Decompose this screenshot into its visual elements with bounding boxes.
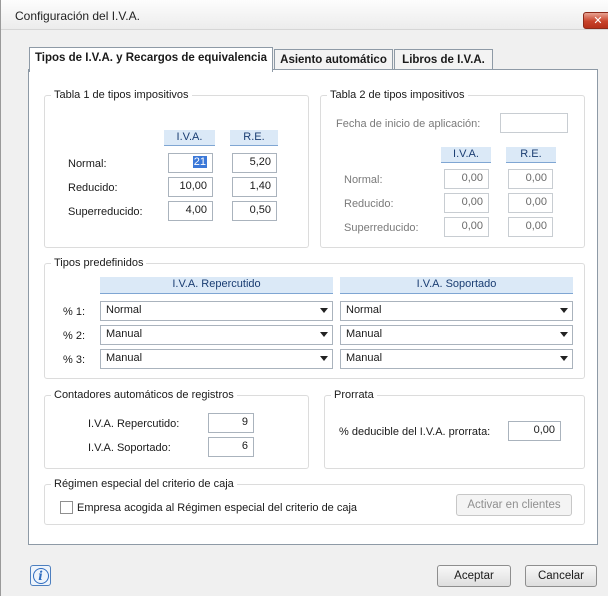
tab-asiento-automatico-label: Asiento automático <box>280 54 387 66</box>
tabla2-row-label: Normal: <box>344 174 383 186</box>
tab-asiento-automatico[interactable]: Asiento automático <box>274 49 393 71</box>
tabla1-reducido-iva-input[interactable]: 10,00 <box>168 177 213 197</box>
chevron-down-icon <box>560 332 568 337</box>
tabla2-row-label: Reducido: <box>344 198 394 210</box>
contadores-title: Contadores automáticos de registros <box>54 389 234 401</box>
dialog-window: Configuración del I.V.A. ✕ Tipos de I.V.… <box>0 0 608 596</box>
tabla1-title: Tabla 1 de tipos impositivos <box>54 89 189 101</box>
info-icon: i <box>32 567 49 584</box>
predefinidos-row-label: % 3: <box>63 354 86 366</box>
repercutido-3-select[interactable]: Manual <box>100 349 333 369</box>
tabla2-reducido-re-input[interactable]: 0,00 <box>508 193 553 213</box>
close-icon: ✕ <box>593 15 603 27</box>
tabla2-normal-re-input[interactable]: 0,00 <box>508 169 553 189</box>
soportado-2-value: Manual <box>346 328 383 340</box>
tabla1-normal-iva-input[interactable]: 21 <box>168 153 213 173</box>
prorrata-input[interactable]: 0,00 <box>508 421 561 441</box>
tab-tipos-iva-label: Tipos de I.V.A. y Recargos de equivalenc… <box>34 52 267 64</box>
contadores-soportado-label: I.V.A. Soportado: <box>88 442 171 454</box>
tab-tipos-iva[interactable]: Tipos de I.V.A. y Recargos de equivalenc… <box>29 47 273 72</box>
repercutido-1-select[interactable]: Normal <box>100 301 333 321</box>
activar-en-clientes-button[interactable]: Activar en clientes <box>456 494 572 516</box>
tabla2-normal-iva-input[interactable]: 0,00 <box>444 169 489 189</box>
tabla2-row-label: Superreducido: <box>344 222 419 234</box>
repercutido-2-value: Manual <box>106 328 143 340</box>
regimen-checkbox-label[interactable]: Empresa acogida al Régimen especial del … <box>77 502 357 514</box>
soportado-1-value: Normal <box>346 304 382 316</box>
tabla2-superreducido-iva-input[interactable]: 0,00 <box>444 217 489 237</box>
regimen-title: Régimen especial del criterio de caja <box>54 478 234 490</box>
title-bar: Configuración del I.V.A. <box>1 0 608 30</box>
tab-libros-iva[interactable]: Libros de I.V.A. <box>394 49 493 71</box>
aceptar-button[interactable]: Aceptar <box>437 565 511 587</box>
tabla1-normal-iva-value: 21 <box>192 156 207 168</box>
chevron-down-icon <box>560 308 568 313</box>
chevron-down-icon <box>320 308 328 313</box>
tabla1-normal-re-input[interactable]: 5,20 <box>232 153 277 173</box>
tabla2-col-iva: I.V.A. <box>441 147 491 163</box>
tabla2-fecha-input[interactable] <box>500 113 568 133</box>
chevron-down-icon <box>560 356 568 361</box>
tabla2-col-re: R.E. <box>506 147 556 163</box>
repercutido-2-select[interactable]: Manual <box>100 325 333 345</box>
predefinidos-title: Tipos predefinidos <box>54 257 144 269</box>
tabla1-superreducido-re-input[interactable]: 0,50 <box>232 201 277 221</box>
predefinidos-row-label: % 2: <box>63 330 86 342</box>
chevron-down-icon <box>320 332 328 337</box>
prorrata-label: % deducible del I.V.A. prorrata: <box>339 426 491 438</box>
regimen-checkbox[interactable] <box>60 501 73 514</box>
prorrata-title: Prorrata <box>334 389 374 401</box>
info-button[interactable]: i <box>30 565 51 586</box>
window-title: Configuración del I.V.A. <box>15 9 140 23</box>
tabla1-col-iva: I.V.A. <box>164 130 215 146</box>
tabla1-reducido-re-input[interactable]: 1,40 <box>232 177 277 197</box>
tabla1-row-label: Superreducido: <box>68 206 143 218</box>
tabla2-superreducido-re-input[interactable]: 0,00 <box>508 217 553 237</box>
cancelar-button[interactable]: Cancelar <box>525 565 597 587</box>
close-button[interactable]: ✕ <box>583 12 608 29</box>
tabla1-row-label: Normal: <box>68 158 107 170</box>
tabla2-title: Tabla 2 de tipos impositivos <box>330 89 465 101</box>
tabla1-superreducido-iva-input[interactable]: 4,00 <box>168 201 213 221</box>
soportado-2-select[interactable]: Manual <box>340 325 573 345</box>
contadores-soportado-input[interactable]: 6 <box>208 437 254 457</box>
soportado-3-value: Manual <box>346 352 383 364</box>
soportado-3-select[interactable]: Manual <box>340 349 573 369</box>
predefinidos-col-repercutido: I.V.A. Repercutido <box>100 277 333 294</box>
chevron-down-icon <box>320 356 328 361</box>
tabla1-row-label: Reducido: <box>68 182 118 194</box>
tabla2-reducido-iva-input[interactable]: 0,00 <box>444 193 489 213</box>
predefinidos-row-label: % 1: <box>63 306 86 318</box>
predefinidos-col-soportado: I.V.A. Soportado <box>340 277 573 294</box>
repercutido-3-value: Manual <box>106 352 143 364</box>
tabla2-fecha-label: Fecha de inicio de aplicación: <box>336 118 481 130</box>
contadores-repercutido-label: I.V.A. Repercutido: <box>88 418 180 430</box>
repercutido-1-value: Normal <box>106 304 142 316</box>
contadores-repercutido-input[interactable]: 9 <box>208 413 254 433</box>
tab-libros-iva-label: Libros de I.V.A. <box>402 54 485 66</box>
soportado-1-select[interactable]: Normal <box>340 301 573 321</box>
tabla1-col-re: R.E. <box>230 130 278 146</box>
